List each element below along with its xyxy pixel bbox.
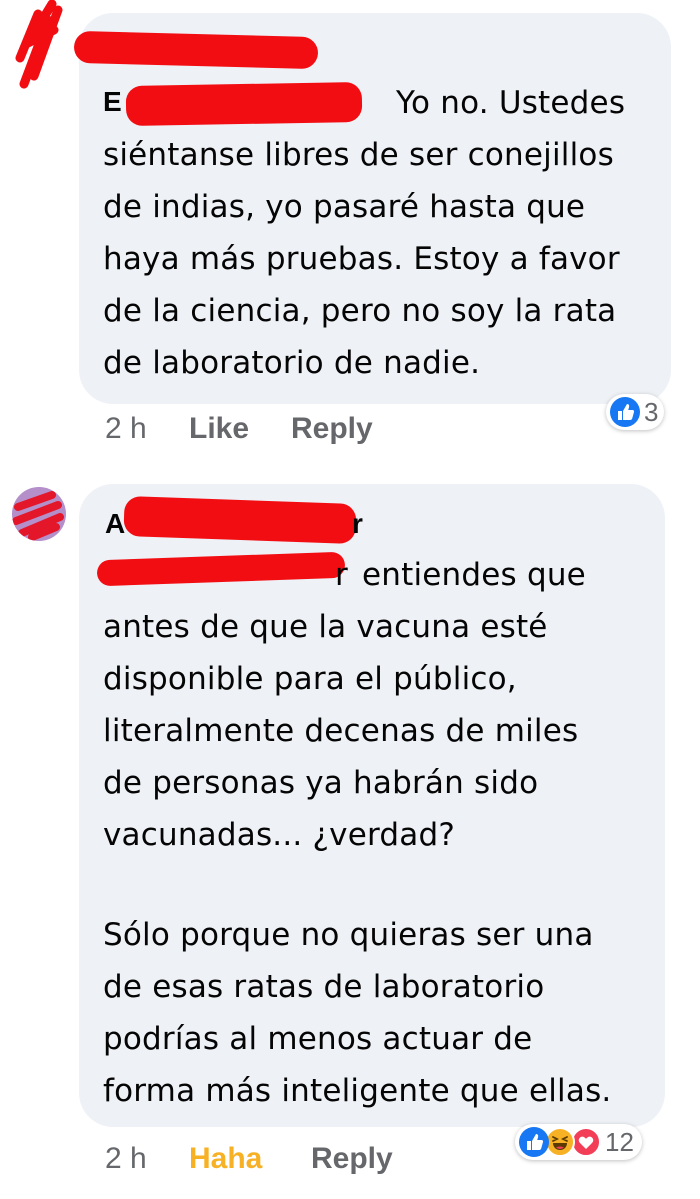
reaction-count: 3 bbox=[644, 396, 659, 427]
comment-text-line: de esas ratas de laboratorio bbox=[103, 969, 545, 1005]
comment-text-line: disponible para el público, bbox=[103, 661, 517, 697]
comment-text-line: entiendes que bbox=[362, 557, 586, 593]
redacted-author-name bbox=[125, 81, 363, 127]
comment-text-line: forma más inteligente que ellas. bbox=[103, 1073, 612, 1109]
redacted-author-name bbox=[73, 30, 319, 70]
reaction-count: 12 bbox=[605, 1126, 634, 1157]
author-name-tail: r bbox=[352, 508, 363, 539]
redaction-scribble bbox=[12, 487, 66, 541]
author-initial: E bbox=[103, 86, 122, 117]
reply-button[interactable]: Reply bbox=[311, 1141, 393, 1177]
like-button[interactable]: Like bbox=[189, 411, 249, 447]
comment-text-line: literalmente decenas de miles bbox=[103, 713, 579, 749]
comment-text-line: de indias, yo pasaré hasta que bbox=[103, 189, 586, 225]
author-initial: A bbox=[105, 508, 126, 539]
comment-timestamp[interactable]: 2 h bbox=[105, 411, 147, 447]
comment-text-line: siéntanse libres de ser conejillos bbox=[103, 137, 614, 173]
haha-reaction-button[interactable]: Haha bbox=[189, 1141, 262, 1177]
reply-button[interactable]: Reply bbox=[291, 411, 373, 447]
like-icon bbox=[610, 397, 640, 427]
mention-tail[interactable]: r bbox=[335, 550, 348, 601]
comment-text-line: podrías al menos actuar de bbox=[103, 1021, 533, 1057]
redacted-author-name bbox=[123, 495, 357, 545]
avatar[interactable] bbox=[12, 487, 66, 541]
reaction-summary[interactable]: 3 bbox=[606, 394, 665, 430]
comment-text-line: de personas ya habrán sido bbox=[103, 765, 539, 801]
author-name[interactable]: E bbox=[103, 86, 122, 118]
comment-text-line: de la ciencia, pero no soy la rata bbox=[103, 293, 617, 329]
haha-icon bbox=[545, 1127, 575, 1157]
comment-timestamp[interactable]: 2 h bbox=[105, 1141, 147, 1177]
reaction-summary[interactable]: 12 bbox=[515, 1124, 642, 1160]
author-name[interactable]: A bbox=[105, 508, 125, 540]
avatar[interactable] bbox=[8, 0, 68, 92]
comment-text-line: Yo no. Ustedes bbox=[396, 85, 626, 121]
comment-text-line: haya más pruebas. Estoy a favor bbox=[103, 241, 620, 277]
redaction-scribble bbox=[15, 0, 63, 89]
comment-text-line: Sólo porque no quieras ser una bbox=[103, 917, 594, 953]
comment-text-line: antes de que la vacuna esté bbox=[103, 609, 548, 645]
like-icon bbox=[519, 1127, 549, 1157]
comment-text-line: vacunadas... ¿verdad? bbox=[103, 817, 455, 853]
comment-text-line: de laboratorio de nadie. bbox=[103, 345, 481, 381]
love-icon bbox=[571, 1127, 601, 1157]
